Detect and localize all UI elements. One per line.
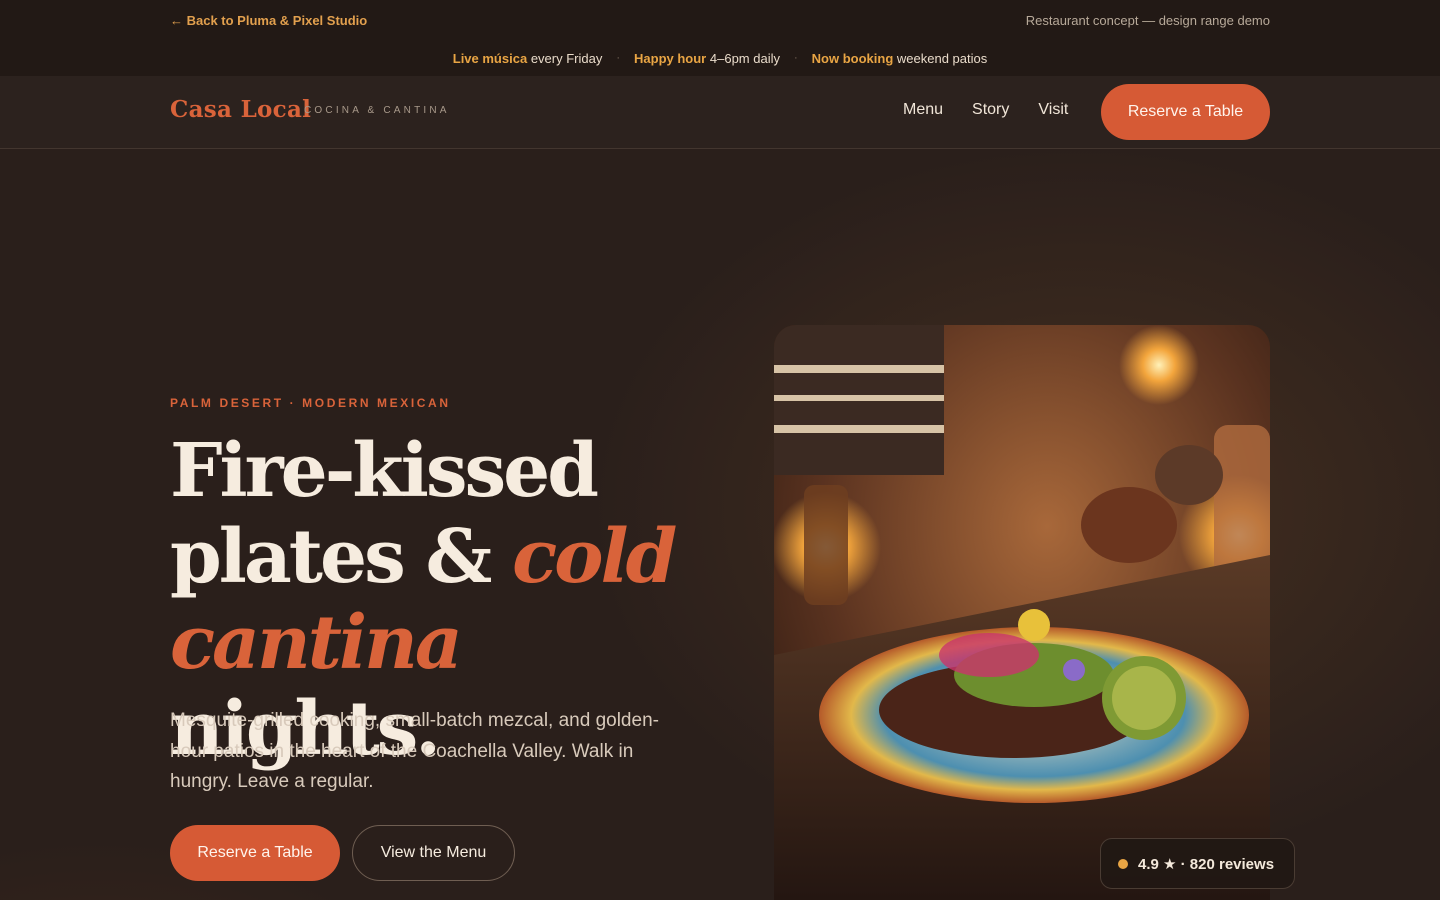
view-menu-button[interactable]: View the Menu (352, 825, 515, 881)
nav-link-story[interactable]: Story (972, 101, 1009, 119)
nav-links: Menu Story Visit (903, 101, 1068, 119)
nav-link-visit[interactable]: Visit (1038, 101, 1068, 119)
announcement-highlight: Live música (452, 50, 528, 66)
headline-accent: cantina (170, 600, 463, 686)
food-photo-illustration (774, 325, 1270, 900)
headline-accent: cold (512, 514, 677, 600)
hero-eyebrow: PALM DESERT · MODERN MEXICAN (170, 396, 451, 410)
announcement-strip: Live música every Friday · Happy hour 4–… (0, 48, 1440, 68)
nav-reserve-button[interactable]: Reserve a Table (1101, 84, 1270, 140)
rating-text: 4.9 ★ · 820 reviews (1138, 855, 1275, 873)
back-to-studio-link[interactable]: ← Back to Pluma & Pixel Studio (170, 11, 367, 29)
separator: · (793, 52, 798, 64)
rating-badge: 4.9 ★ · 820 reviews (1100, 838, 1295, 889)
brand-tagline: COCINA & CANTINA (304, 105, 450, 116)
hero-reserve-button[interactable]: Reserve a Table (170, 825, 340, 881)
announcement-item: Happy hour 4–6pm daily (634, 51, 780, 66)
announcement-text: every Friday (530, 50, 603, 66)
brand-logo[interactable]: Casa Local (170, 96, 311, 123)
announcement-highlight: Happy hour (634, 50, 707, 66)
hero-food-photo (774, 325, 1270, 900)
top-utility-bar: ← Back to Pluma & Pixel Studio Restauran… (0, 0, 1440, 76)
announcement-text: weekend patios (896, 50, 988, 66)
rating-dot-icon (1118, 858, 1128, 869)
main-navbar: Casa Local COCINA & CANTINA Menu Story V… (0, 76, 1440, 149)
hero-description: Mesquite-grilled cooking, small-batch me… (170, 710, 659, 792)
announcement-item: Live música every Friday (453, 51, 603, 66)
concept-note: Restaurant concept — design range demo (1025, 12, 1270, 28)
announcement-text: 4–6pm daily (709, 50, 780, 66)
nav-link-menu[interactable]: Menu (903, 101, 943, 119)
announcement-highlight: Now booking (811, 50, 894, 66)
separator: · (616, 52, 621, 64)
announcement-item: Now booking weekend patios (812, 51, 988, 66)
